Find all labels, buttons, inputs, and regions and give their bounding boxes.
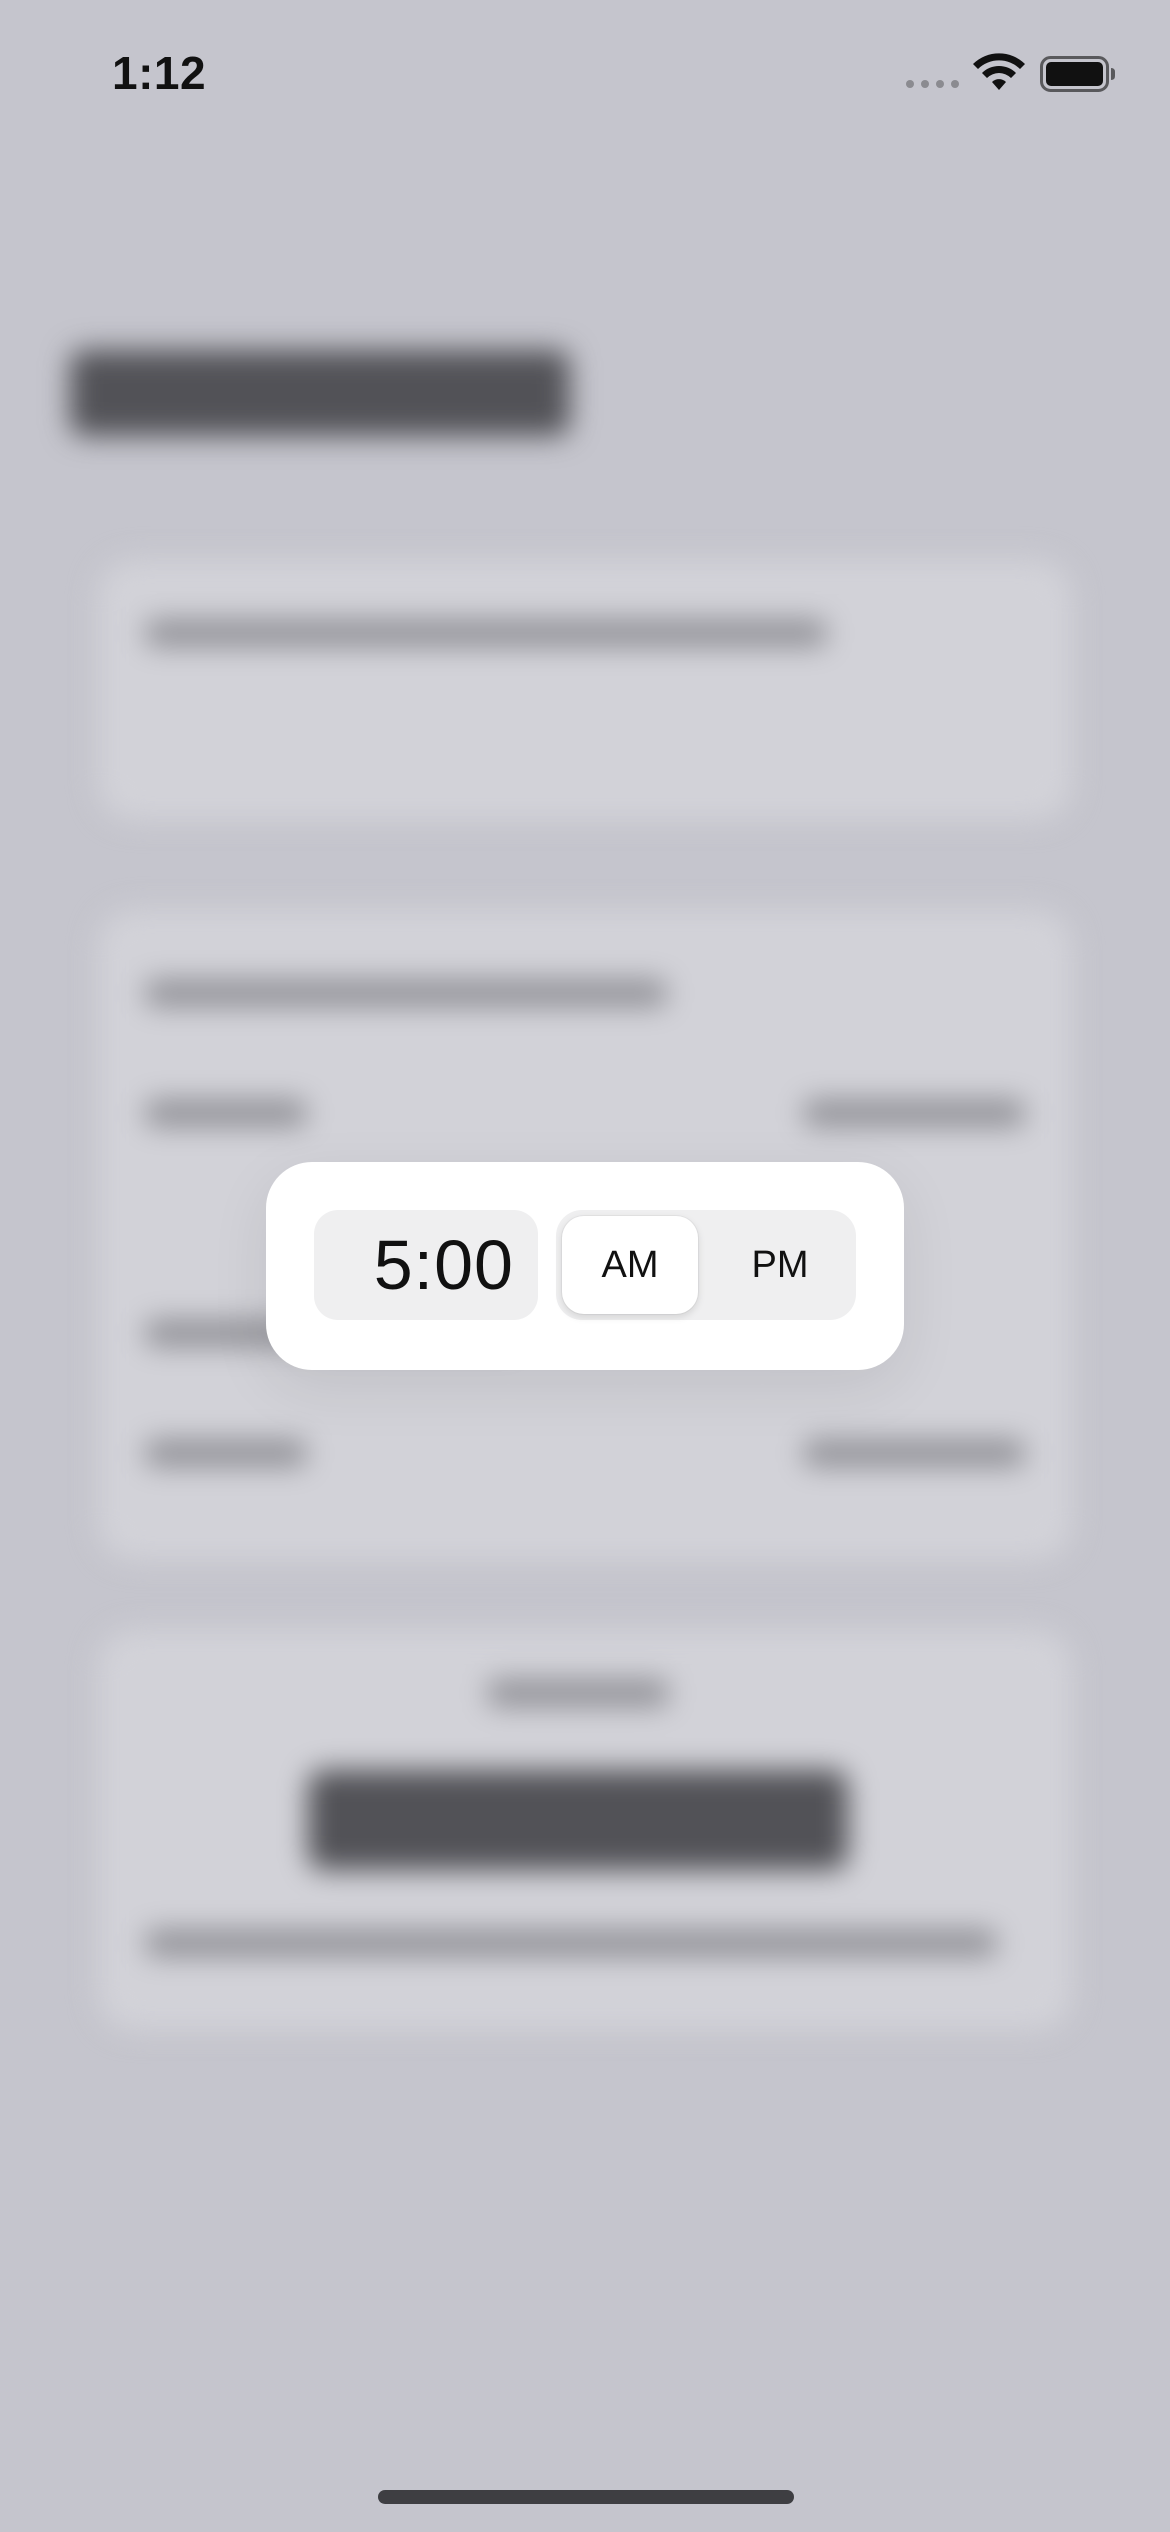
- status-bar: 1:12: [0, 0, 1170, 140]
- signal-dots-icon: [906, 80, 959, 88]
- time-picker-popover: 5:00 AM PM: [266, 1162, 904, 1370]
- pm-segment-button[interactable]: PM: [712, 1216, 848, 1314]
- wifi-icon: [973, 53, 1025, 90]
- am-pm-segmented-control[interactable]: AM PM: [556, 1210, 856, 1320]
- status-time: 1:12: [112, 47, 207, 99]
- time-input-field[interactable]: 5:00: [314, 1210, 538, 1320]
- blurred-card: [98, 1630, 1072, 2030]
- blurred-card: [98, 560, 1072, 820]
- battery-icon: [1040, 56, 1115, 92]
- home-indicator[interactable]: [378, 2490, 794, 2504]
- am-segment-button[interactable]: AM: [562, 1216, 698, 1314]
- blurred-title: [70, 350, 570, 436]
